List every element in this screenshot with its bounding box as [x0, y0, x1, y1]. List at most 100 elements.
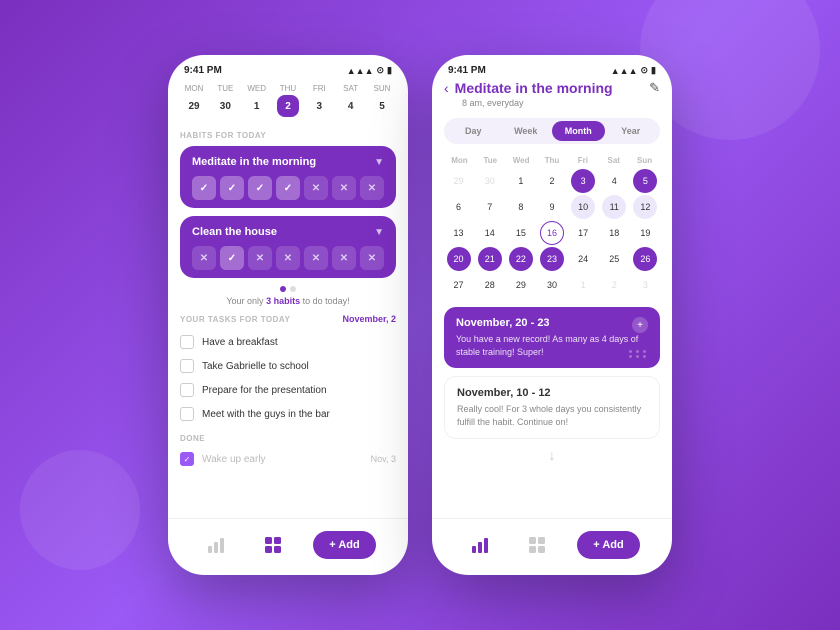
- edit-icon[interactable]: ✎: [649, 80, 660, 96]
- phones-container: 9:41 PM ▲▲▲ ⊙ ▮ Mon 29 Tue 30 Wed: [168, 55, 672, 575]
- cal-cell-25[interactable]: 25: [602, 247, 626, 271]
- task-4[interactable]: Meet with the guys in the bar: [180, 402, 396, 426]
- cal-cell-4[interactable]: 4: [602, 169, 626, 193]
- add-button-2[interactable]: + Add: [577, 531, 639, 559]
- cal-cell-19[interactable]: 19: [633, 221, 657, 245]
- done-label: DONE: [180, 434, 396, 443]
- habit-card-1[interactable]: Meditate in the morning ▼ ✓ ✓ ✓ ✓ ✕ ✕ ✕: [180, 146, 396, 208]
- cal-cell-30-oct[interactable]: 30: [478, 169, 502, 193]
- mark-2-3: ✕: [248, 246, 272, 270]
- day-fri[interactable]: Fri 3: [305, 84, 333, 117]
- done-task-1-checkbox: ✓: [180, 452, 194, 466]
- tasks-date: November, 2: [342, 314, 396, 324]
- mark-2-4: ✕: [276, 246, 300, 270]
- day-sun[interactable]: Sun 5: [368, 84, 396, 117]
- cal-cell-23[interactable]: 23: [540, 247, 564, 271]
- tab-month[interactable]: Month: [552, 121, 605, 141]
- habit-card-2[interactable]: Clean the house ▼ ✕ ✓ ✕ ✕ ✕ ✕ ✕: [180, 216, 396, 278]
- cal-cell-8[interactable]: 8: [509, 195, 533, 219]
- task-2[interactable]: Take Gabrielle to school: [180, 354, 396, 378]
- habits-summary: Your only 3 habits to do today!: [180, 296, 396, 306]
- task-3-checkbox[interactable]: [180, 383, 194, 397]
- task-1[interactable]: Have a breakfast: [180, 330, 396, 354]
- cal-cell-12[interactable]: 12: [633, 195, 657, 219]
- cal-cell-15[interactable]: 15: [509, 221, 533, 245]
- cal-cell-6[interactable]: 6: [447, 195, 471, 219]
- cal-body: 29 30 1 2 3 4 5 6 7 8 9 10 11 12 13: [444, 169, 660, 297]
- cal-cell-21[interactable]: 21: [478, 247, 502, 271]
- cal-cell-11[interactable]: 11: [602, 195, 626, 219]
- nav-chart-icon[interactable]: [200, 529, 232, 561]
- add-button-1[interactable]: + Add: [313, 531, 375, 559]
- add-button-1-label: + Add: [329, 539, 359, 551]
- cal-cell-10[interactable]: 10: [571, 195, 595, 219]
- cal-cell-22[interactable]: 22: [509, 247, 533, 271]
- wifi-icon-1: ⊙: [377, 65, 385, 76]
- phone1-content: Mon 29 Tue 30 Wed 1 Thu 2 Fri 3: [168, 80, 408, 518]
- cal-cell-9[interactable]: 9: [540, 195, 564, 219]
- day-wed[interactable]: Wed 1: [243, 84, 271, 117]
- detail-subtitle: 8 am, everyday: [444, 98, 660, 108]
- cal-cell-13[interactable]: 13: [447, 221, 471, 245]
- habit-2-title: Clean the house: [192, 226, 277, 238]
- status-icons-2: ▲▲▲ ⊙ ▮: [611, 65, 656, 76]
- scroll-down-indicator: ↓: [444, 447, 660, 463]
- nav-chart-icon-2[interactable]: [464, 529, 496, 561]
- mark-1-5: ✕: [304, 176, 328, 200]
- cal-cell-29[interactable]: 29: [509, 273, 533, 297]
- task-2-checkbox[interactable]: [180, 359, 194, 373]
- nav-grid-icon-2[interactable]: [521, 529, 553, 561]
- done-task-1-text: Wake up early: [202, 454, 266, 465]
- cal-cell-27[interactable]: 27: [447, 273, 471, 297]
- battery-icon-1: ▮: [387, 65, 392, 76]
- cal-cell-7[interactable]: 7: [478, 195, 502, 219]
- status-icons-1: ▲▲▲ ⊙ ▮: [347, 65, 392, 76]
- day-mon[interactable]: Mon 29: [180, 84, 208, 117]
- cal-cell-24[interactable]: 24: [571, 247, 595, 271]
- day-tue[interactable]: Tue 30: [211, 84, 239, 117]
- mark-1-1: ✓: [192, 176, 216, 200]
- tab-week[interactable]: Week: [500, 121, 553, 141]
- cal-cell-26[interactable]: 26: [633, 247, 657, 271]
- task-1-text: Have a breakfast: [202, 337, 278, 348]
- streak-card-2[interactable]: November, 10 - 12 Really cool! For 3 who…: [444, 376, 660, 439]
- cal-cell-18[interactable]: 18: [602, 221, 626, 245]
- nav-grid-icon[interactable]: [257, 529, 289, 561]
- task-4-checkbox[interactable]: [180, 407, 194, 421]
- cal-cell-28[interactable]: 28: [478, 273, 502, 297]
- back-button[interactable]: ‹: [444, 80, 449, 96]
- cal-cell-3[interactable]: 3: [571, 169, 595, 193]
- cal-cell-16[interactable]: 16: [540, 221, 564, 245]
- tasks-header: YOUR TASKS FOR TODAY November, 2: [180, 314, 396, 324]
- cal-cell-1[interactable]: 1: [509, 169, 533, 193]
- status-bar-1: 9:41 PM ▲▲▲ ⊙ ▮: [168, 55, 408, 80]
- week-strip: Mon 29 Tue 30 Wed 1 Thu 2 Fri 3: [180, 80, 396, 125]
- cal-cell-3-dec[interactable]: 3: [633, 273, 657, 297]
- tab-day[interactable]: Day: [447, 121, 500, 141]
- task-2-text: Take Gabrielle to school: [202, 361, 309, 372]
- streak-card-1[interactable]: November, 20 - 23 You have a new record!…: [444, 307, 660, 368]
- cal-cell-5[interactable]: 5: [633, 169, 657, 193]
- task-1-checkbox[interactable]: [180, 335, 194, 349]
- cal-cell-17[interactable]: 17: [571, 221, 595, 245]
- tab-year[interactable]: Year: [605, 121, 658, 141]
- mark-2-6: ✕: [332, 246, 356, 270]
- view-tabs: Day Week Month Year: [444, 118, 660, 144]
- cal-cell-1-dec[interactable]: 1: [571, 273, 595, 297]
- mark-1-4: ✓: [276, 176, 300, 200]
- cal-cell-29-oct[interactable]: 29: [447, 169, 471, 193]
- mark-2-7: ✕: [360, 246, 384, 270]
- habit-pagination: [180, 286, 396, 292]
- habits-section-label: HABITS FOR TODAY: [180, 131, 396, 140]
- cal-cell-30[interactable]: 30: [540, 273, 564, 297]
- cal-cell-2[interactable]: 2: [540, 169, 564, 193]
- day-sat[interactable]: Sat 4: [337, 84, 365, 117]
- habit-1-marks: ✓ ✓ ✓ ✓ ✕ ✕ ✕: [192, 176, 384, 200]
- cal-cell-2-dec[interactable]: 2: [602, 273, 626, 297]
- streak-card-2-text: Really cool! For 3 whole days you consis…: [457, 403, 647, 428]
- task-3[interactable]: Prepare for the presentation: [180, 378, 396, 402]
- cal-cell-20[interactable]: 20: [447, 247, 471, 271]
- day-thu-active[interactable]: Thu 2: [274, 84, 302, 117]
- cal-cell-14[interactable]: 14: [478, 221, 502, 245]
- mark-1-3: ✓: [248, 176, 272, 200]
